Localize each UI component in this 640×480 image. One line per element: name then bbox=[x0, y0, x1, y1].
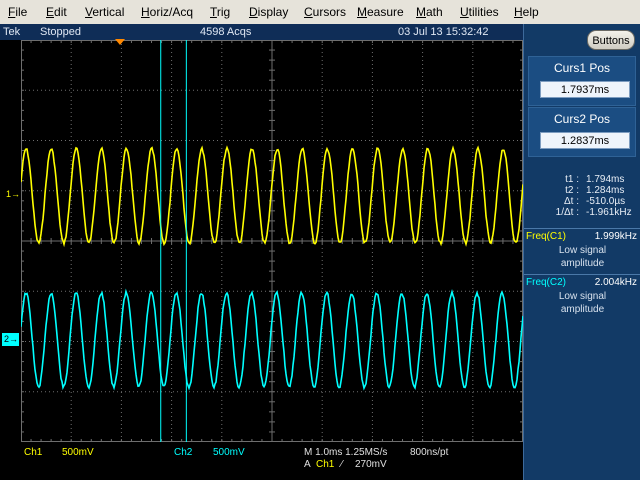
t1-label: t1 : bbox=[565, 174, 579, 185]
meas1-value: 1.999kHz bbox=[594, 231, 637, 242]
ch2-label[interactable]: Ch2 bbox=[174, 447, 192, 458]
resolution-readout[interactable]: 800ns/pt bbox=[410, 447, 448, 458]
menu-help[interactable]: Help bbox=[514, 5, 539, 19]
meas1-note-line2: amplitude bbox=[560, 258, 605, 269]
meas2-note-line1: Low signal bbox=[558, 291, 607, 302]
curs2-group: Curs2 Pos 1.2837ms bbox=[528, 107, 636, 157]
menu-bar: File Edit Vertical Horiz/Acq Trig Displa… bbox=[0, 0, 640, 25]
menu-trig-label: rig bbox=[216, 5, 231, 19]
menu-file-label: ile bbox=[15, 5, 28, 19]
menu-math-mnemonic: M bbox=[416, 5, 426, 19]
inverse-delta-t-value: -1.961kHz bbox=[586, 207, 632, 218]
menu-math-label: ath bbox=[426, 5, 443, 19]
menu-measure-label: easure bbox=[367, 5, 404, 19]
date-time: 03 Jul 13 15:32:42 bbox=[398, 26, 489, 38]
t2-row: t2 : 1.284ms bbox=[524, 185, 640, 196]
meas2-label: Freq(C2) bbox=[526, 277, 567, 288]
trigger-position-marker[interactable] bbox=[115, 39, 125, 45]
menu-cursors[interactable]: Cursors bbox=[304, 5, 346, 19]
ch1-scale[interactable]: 500mV bbox=[62, 447, 94, 458]
curs2-position-field[interactable]: 1.2837ms bbox=[540, 132, 630, 149]
menu-edit-label: dit bbox=[54, 5, 67, 19]
menu-measure-mnemonic: M bbox=[357, 5, 367, 19]
menu-trig[interactable]: Trig bbox=[210, 5, 230, 19]
menu-edit-mnemonic: E bbox=[46, 5, 55, 19]
delta-t-row: Δt : -510.0µs bbox=[524, 196, 640, 207]
menu-edit[interactable]: Edit bbox=[46, 5, 67, 19]
menu-horiz-acq-label: oriz/Acq bbox=[149, 5, 194, 19]
t1-row: t1 : 1.794ms bbox=[524, 174, 640, 185]
inverse-delta-t-label: 1/Δt : bbox=[555, 207, 579, 218]
menu-help-mnemonic: H bbox=[514, 5, 523, 19]
meas2-value: 2.004kHz bbox=[594, 277, 637, 288]
meas2-note-line2: amplitude bbox=[560, 304, 605, 315]
curs1-group: Curs1 Pos 1.7937ms bbox=[528, 56, 636, 106]
buttons-button[interactable]: Buttons bbox=[587, 30, 635, 50]
control-panel: Buttons Curs1 Pos 1.7937ms Curs2 Pos 1.2… bbox=[523, 24, 640, 480]
status-bar: Tek Stopped 4598 Acqs 03 Jul 13 15:32:42 bbox=[0, 24, 523, 40]
acquisition-state: Stopped bbox=[40, 26, 81, 38]
menu-vertical-label: ertical bbox=[92, 5, 125, 19]
menu-utilities-mnemonic: U bbox=[460, 5, 469, 19]
menu-cursors-mnemonic: C bbox=[304, 5, 313, 19]
curs1-title: Curs1 Pos bbox=[553, 61, 611, 75]
bottom-readout: Ch1 500mV Ch2 500mV M 1.0ms 1.25MS/s 800… bbox=[0, 442, 523, 480]
ch2-scale[interactable]: 500mV bbox=[213, 447, 245, 458]
measurement-freq-c2[interactable]: Freq(C2) 2.004kHz Low signal amplitude bbox=[524, 274, 640, 321]
timebase-readout[interactable]: M 1.0ms 1.25MS/s bbox=[304, 447, 387, 458]
brand-label: Tek bbox=[3, 26, 21, 38]
menu-horiz-acq[interactable]: Horiz/Acq bbox=[141, 5, 193, 19]
menu-measure[interactable]: Measure bbox=[357, 5, 404, 19]
curs2-title: Curs2 Pos bbox=[553, 112, 611, 126]
trigger-level[interactable]: 270mV bbox=[355, 459, 387, 470]
menu-display[interactable]: Display bbox=[249, 5, 288, 19]
t2-value: 1.284ms bbox=[586, 185, 625, 196]
measurement-freq-c1[interactable]: Freq(C1) 1.999kHz Low signal amplitude bbox=[524, 228, 640, 275]
t2-label: t2 : bbox=[565, 185, 579, 196]
acquisition-count: 4598 Acqs bbox=[200, 26, 252, 38]
meas1-label: Freq(C1) bbox=[526, 231, 567, 242]
menu-display-mnemonic: D bbox=[249, 5, 258, 19]
channel-gutter: 1→ 2→ bbox=[0, 40, 21, 442]
ch1-ground-marker[interactable]: 1→ bbox=[6, 189, 20, 199]
menu-horiz-acq-mnemonic: H bbox=[141, 5, 150, 19]
ch2-ground-marker[interactable]: 2→ bbox=[2, 333, 19, 346]
menu-help-label: elp bbox=[522, 5, 539, 19]
ch2-marker-label: 2 bbox=[4, 334, 10, 344]
waveform-display[interactable] bbox=[21, 40, 523, 442]
menu-file[interactable]: File bbox=[8, 5, 27, 19]
menu-utilities-label: tilities bbox=[468, 5, 499, 19]
menu-math[interactable]: Math bbox=[416, 5, 443, 19]
menu-vertical[interactable]: Vertical bbox=[85, 5, 124, 19]
trigger-slope-icon[interactable]: ⁄ bbox=[341, 459, 343, 470]
delta-t-value: -510.0µs bbox=[586, 196, 626, 207]
delta-t-label: Δt : bbox=[563, 196, 579, 207]
menu-trig-mnemonic: T bbox=[210, 5, 217, 19]
menu-display-label: isplay bbox=[257, 5, 289, 19]
menu-cursors-label: ursors bbox=[312, 5, 347, 19]
trigger-source[interactable]: Ch1 bbox=[316, 459, 334, 470]
curs1-position-field[interactable]: 1.7937ms bbox=[540, 81, 630, 98]
meas1-note-line1: Low signal bbox=[558, 245, 607, 256]
inverse-delta-t-row: 1/Δt : -1.961kHz bbox=[524, 207, 640, 218]
graticule bbox=[21, 40, 523, 442]
trigger-prefix: A bbox=[304, 459, 311, 470]
t1-value: 1.794ms bbox=[586, 174, 625, 185]
ch1-marker-label: 1 bbox=[6, 189, 12, 199]
menu-utilities[interactable]: Utilities bbox=[460, 5, 499, 19]
ch1-label[interactable]: Ch1 bbox=[24, 447, 42, 458]
